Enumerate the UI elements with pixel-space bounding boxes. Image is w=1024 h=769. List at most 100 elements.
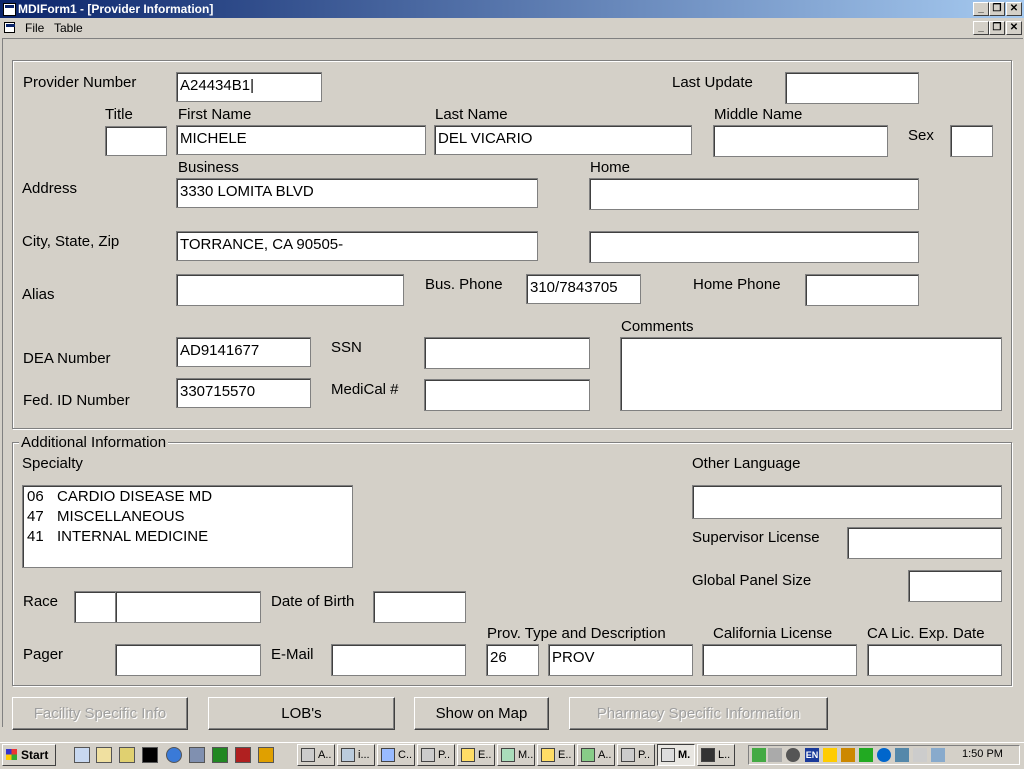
task-icon — [461, 748, 475, 762]
network-status-icon[interactable] — [895, 748, 909, 762]
clock: 1:50 PM — [962, 748, 1003, 760]
tray-app-icon[interactable] — [786, 748, 800, 762]
search-icon[interactable] — [119, 747, 135, 763]
facility-specific-info-button[interactable]: Facility Specific Info — [12, 697, 188, 730]
sex-label: Sex — [908, 127, 934, 144]
business-address-field[interactable]: 3330 LOMITA BLVD — [176, 178, 538, 208]
internet-explorer-icon[interactable] — [166, 747, 182, 763]
app-quicklaunch-icon[interactable] — [212, 747, 228, 763]
menu-file[interactable]: File — [25, 21, 44, 35]
prov-type-description-field[interactable]: PROV — [548, 644, 693, 676]
fed-id-label: Fed. ID Number — [23, 392, 130, 409]
home-city-field[interactable] — [589, 231, 919, 263]
alias-field[interactable] — [176, 274, 404, 306]
pharmacy-specific-info-button[interactable]: Pharmacy Specific Information — [569, 697, 828, 730]
supervisor-license-field[interactable] — [847, 527, 1002, 559]
global-panel-size-field[interactable] — [908, 570, 1002, 602]
title-field[interactable] — [105, 126, 167, 156]
explorer-icon[interactable] — [96, 747, 112, 763]
child-close-button[interactable]: ✕ — [1006, 21, 1022, 35]
provider-number-field[interactable]: A24434B1| — [176, 72, 322, 102]
task-button[interactable]: E.. — [537, 744, 575, 766]
menu-table[interactable]: Table — [54, 21, 83, 35]
window-title: MDIForm1 - [Provider Information] — [18, 2, 214, 16]
date-of-birth-label: Date of Birth — [271, 593, 355, 610]
list-item[interactable]: 41 INTERNAL MEDICINE — [27, 527, 348, 547]
list-item[interactable]: 06 CARDIO DISEASE MD — [27, 487, 348, 507]
task-icon — [621, 748, 635, 762]
restore-button[interactable]: ❐ — [989, 2, 1005, 16]
task-icon — [541, 748, 555, 762]
child-window-icon[interactable] — [4, 22, 15, 33]
child-restore-button[interactable]: ❐ — [989, 21, 1005, 35]
command-prompt-icon[interactable] — [142, 747, 158, 763]
ssn-label: SSN — [331, 339, 362, 356]
prov-type-label: Prov. Type and Description — [487, 625, 666, 642]
business-city-field[interactable]: TORRANCE, CA 90505- — [176, 231, 538, 261]
close-button[interactable]: ✕ — [1006, 2, 1022, 16]
home-address-field[interactable] — [589, 178, 919, 210]
task-button[interactable]: C.. — [377, 744, 415, 766]
lobs-button[interactable]: LOB's — [208, 697, 395, 730]
tray-app-icon[interactable] — [841, 748, 855, 762]
ssn-field[interactable] — [424, 337, 590, 369]
task-button[interactable]: M.. — [497, 744, 535, 766]
minimize-button[interactable]: _ — [973, 2, 989, 16]
volume-icon[interactable] — [768, 748, 782, 762]
tool-quicklaunch-icon[interactable] — [235, 747, 251, 763]
email-field[interactable] — [331, 644, 466, 676]
task-button-active[interactable]: M. — [657, 744, 695, 766]
ca-lic-exp-field[interactable] — [867, 644, 1002, 676]
task-icon — [301, 748, 315, 762]
task-button[interactable]: A.. — [577, 744, 615, 766]
alias-label: Alias — [22, 286, 55, 303]
task-icon — [701, 748, 715, 762]
city-state-zip-label: City, State, Zip — [22, 233, 120, 250]
language-indicator[interactable]: EN — [805, 748, 819, 762]
task-button[interactable]: E.. — [457, 744, 495, 766]
specialty-list[interactable]: 06 CARDIO DISEASE MD 47 MISCELLANEOUS 41 IN… — [22, 485, 353, 568]
task-button[interactable]: L.. — [697, 744, 735, 766]
email-label: E-Mail — [271, 646, 314, 663]
tray-app-icon[interactable] — [931, 748, 945, 762]
last-name-field[interactable]: DEL VICARIO — [434, 125, 692, 155]
bus-phone-field[interactable]: 310/7843705 — [526, 274, 641, 304]
home-phone-field[interactable] — [805, 274, 919, 306]
business-label: Business — [178, 159, 239, 176]
race-code-field[interactable] — [74, 591, 116, 623]
date-of-birth-field[interactable] — [373, 591, 466, 623]
comments-field[interactable] — [620, 337, 1002, 411]
tray-app-icon[interactable] — [877, 748, 891, 762]
show-on-map-button[interactable]: Show on Map — [414, 697, 549, 730]
california-license-field[interactable] — [702, 644, 857, 676]
last-update-field[interactable] — [785, 72, 919, 104]
network-icon[interactable] — [189, 747, 205, 763]
performance-monitor-icon[interactable] — [859, 748, 873, 762]
title-label: Title — [105, 106, 133, 123]
race-description-field[interactable] — [115, 591, 261, 623]
list-item[interactable]: 47 MISCELLANEOUS — [27, 507, 348, 527]
title-bar: MDIForm1 - [Provider Information] _ ❐ ✕ — [0, 0, 1024, 18]
pager-field[interactable] — [115, 644, 261, 676]
show-desktop-icon[interactable] — [74, 747, 90, 763]
comments-label: Comments — [621, 318, 694, 335]
task-button[interactable]: A.. — [297, 744, 335, 766]
tray-app-icon[interactable] — [823, 748, 837, 762]
middle-name-field[interactable] — [713, 125, 888, 157]
child-minimize-button[interactable]: _ — [973, 21, 989, 35]
prov-type-code-field[interactable]: 26 — [486, 644, 539, 676]
medical-field[interactable] — [424, 379, 590, 411]
fed-id-field[interactable]: 330715570 — [176, 378, 311, 408]
first-name-field[interactable]: MICHELE — [176, 125, 426, 155]
other-language-field[interactable] — [692, 485, 1002, 519]
media-player-icon[interactable] — [258, 747, 274, 763]
sex-field[interactable] — [950, 125, 993, 157]
task-button[interactable]: i... — [337, 744, 375, 766]
task-button[interactable]: P.. — [417, 744, 455, 766]
task-icon — [581, 748, 595, 762]
dea-number-field[interactable]: AD9141677 — [176, 337, 311, 367]
first-name-label: First Name — [178, 106, 252, 123]
task-button[interactable]: P.. — [617, 744, 655, 766]
tray-app-icon[interactable] — [752, 748, 766, 762]
tray-app-icon[interactable] — [913, 748, 927, 762]
